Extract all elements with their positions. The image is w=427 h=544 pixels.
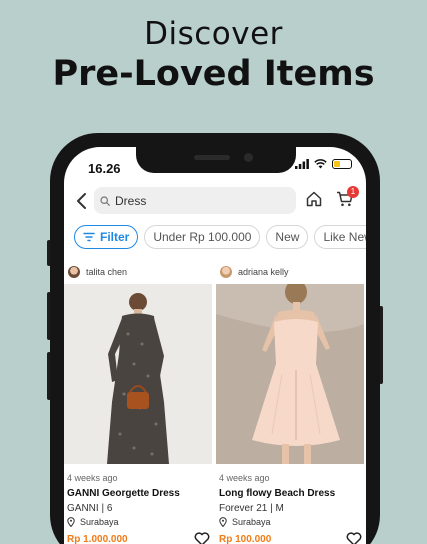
promo-heading: Discover [144,16,283,52]
search-input[interactable]: Dress [94,187,296,214]
filter-button[interactable]: Filter [74,225,139,249]
status-icons [295,159,352,169]
product-price: Rp 1.000.000 [67,533,128,544]
location-label: Surabaya [80,517,119,527]
product-name: Long flowy Beach Dress [219,488,336,499]
battery-icon [332,159,352,169]
product-brand-size: GANNI | 6 [67,503,113,514]
seller-row[interactable]: adriana kelly [216,260,364,284]
posted-time: 4 weeks ago [219,473,270,483]
phone-notch [136,147,296,173]
product-photo[interactable] [216,280,364,464]
heart-icon[interactable] [194,532,210,544]
chip-under-100k[interactable]: Under Rp 100.000 [144,225,261,249]
avatar [68,266,80,278]
product-price: Rp 100.000 [219,533,272,544]
filter-label: Filter [100,230,130,244]
chip-like-new[interactable]: Like New [314,225,366,249]
cart-badge: 1 [347,186,359,198]
search-icon [100,195,110,206]
product-location: Surabaya [219,517,364,527]
notch-speaker [194,155,230,160]
product-photo[interactable] [64,284,212,464]
back-arrow-icon[interactable] [72,189,92,213]
top-bar: Dress 1 [64,185,366,217]
home-icon[interactable] [305,190,323,208]
phone-screen: 16.26 Dress 1 Filter Under Rp 100.000 Ne… [64,147,366,544]
seller-name: talita chen [86,267,128,277]
posted-time: 4 weeks ago [67,473,118,483]
heart-icon[interactable] [346,532,362,544]
location-label: Surabaya [232,517,271,527]
filter-chips: Filter Under Rp 100.000 New Like New [74,225,366,249]
wifi-icon [314,159,327,169]
seller-row[interactable]: talita chen [64,260,212,284]
product-card[interactable]: adriana kelly 4 weeks ago Long flowy Bea… [216,260,364,544]
notch-camera [244,153,253,162]
search-query: Dress [115,193,147,208]
chip-new[interactable]: New [266,225,309,249]
product-brand-size: Forever 21 | M [219,503,284,514]
avatar [220,266,232,278]
product-location: Surabaya [67,517,212,527]
seller-name: adriana kelly [238,267,289,277]
product-card[interactable]: talita chen 4 weeks ago GANNI Georgette … [64,260,212,544]
product-name: GANNI Georgette Dress [67,488,180,499]
location-pin-icon [67,517,75,527]
signal-icon [295,159,309,169]
filter-icon [83,232,95,242]
promo-title: Pre-Loved Items [52,54,375,94]
status-time: 16.26 [88,161,121,176]
location-pin-icon [219,517,227,527]
price-row: Rp 100.000 [219,532,362,544]
price-row: Rp 1.000.000 [67,532,210,544]
